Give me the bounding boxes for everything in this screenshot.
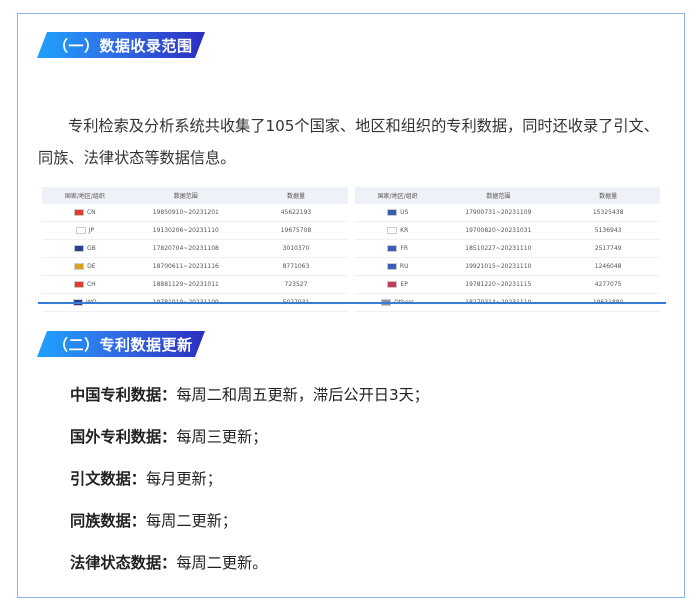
table-row: CH 18881129~20231011 723527 (42, 275, 348, 294)
country-code: DE (87, 263, 96, 270)
country-code: JP (88, 227, 95, 234)
country-code: RU (399, 263, 409, 270)
header-country: 国家/地区/组织 (42, 187, 128, 204)
table-row: DE 18700611~20231116 8771063 (42, 257, 348, 276)
update-item: 中国专利数据： 每周二和周五更新，滞后公开日3天； (70, 383, 429, 425)
flag-icon (75, 227, 86, 234)
country-cell: CN (42, 204, 128, 222)
table-row: RU 19921015~20231110 1246048 (355, 257, 660, 276)
range-cell: 17820704~20231108 (127, 239, 244, 258)
flag-icon (387, 281, 398, 288)
country-cell: JP (42, 221, 128, 240)
header-range: 数据范围 (440, 187, 557, 204)
country-code: CN (86, 209, 96, 216)
header-range: 数据范围 (127, 187, 244, 204)
section-2-title: （二）专利数据更新 (53, 335, 193, 354)
update-value: 每周二更新。 (176, 554, 268, 572)
flag-icon (73, 209, 84, 216)
header-count: 数据量 (556, 187, 660, 204)
flag-icon (73, 281, 84, 288)
count-cell: 5136943 (556, 221, 660, 240)
count-cell: 19675708 (243, 221, 348, 240)
country-cell: DE (42, 257, 128, 276)
intro-paragraph: 专利检索及分析系统共收集了105个国家、地区和组织的专利数据，同时还收录了引文、… (38, 117, 659, 167)
count-cell: 723527 (243, 275, 348, 294)
country-cell: EP (355, 275, 441, 294)
section-1-title: （一）数据收录范围 (53, 36, 193, 55)
country-cell: GB (42, 239, 128, 258)
country-code: KR (400, 227, 409, 234)
update-key: 同族数据： (70, 512, 146, 530)
update-value: 每周二更新； (145, 512, 238, 530)
table-row: US 17900731~20231109 15325438 (355, 204, 660, 222)
section-divider (38, 302, 666, 304)
range-cell: 18700611~20231116 (127, 257, 244, 276)
update-key: 法律状态数据： (70, 554, 177, 572)
flag-icon (387, 245, 398, 252)
section-1-banner: （一）数据收录范围 (37, 32, 205, 58)
table-row: KR 19700820~20231031 5136943 (355, 221, 660, 240)
table-row: EP 19781220~20231115 4277075 (355, 275, 660, 294)
table-row: FR 18510227~20231110 2517749 (355, 239, 660, 258)
country-code: CH (86, 281, 96, 288)
range-cell: 17900731~20231109 (440, 204, 557, 222)
range-cell: 18510227~20231110 (440, 239, 557, 258)
table-row: CN 19850910~20231201 45622193 (42, 204, 348, 222)
country-cell: CH (42, 275, 128, 294)
update-key: 国外专利数据： (70, 428, 177, 446)
section-2-banner: （二）专利数据更新 (37, 331, 205, 357)
update-item: 同族数据： 每周二更新； (70, 509, 429, 551)
range-cell: 19130206~20231110 (127, 221, 244, 240)
update-item: 法律状态数据： 每周二更新。 (70, 551, 429, 593)
update-item: 引文数据： 每月更新； (70, 467, 429, 509)
count-cell: 4277075 (556, 275, 660, 294)
update-key: 引文数据： (70, 470, 146, 488)
flag-icon (73, 245, 84, 252)
flag-icon (386, 263, 397, 270)
update-value: 每月更新； (145, 470, 222, 488)
count-cell: 15325438 (556, 204, 660, 222)
table-row: GB 17820704~20231108 3010370 (42, 239, 348, 258)
update-item: 国外专利数据： 每周三更新； (70, 425, 429, 467)
update-key: 中国专利数据： (70, 386, 177, 404)
coverage-table-left: 国家/地区/组织 数据范围 数据量 CN 19850910~20231201 456… (42, 187, 348, 312)
header-country: 国家/地区/组织 (355, 187, 441, 204)
flag-icon (74, 263, 85, 270)
country-code: GB (86, 245, 96, 252)
country-cell: RU (355, 257, 441, 276)
count-cell: 2517749 (556, 239, 660, 258)
table-row: JP 19130206~20231110 19675708 (42, 221, 348, 240)
update-value: 每周三更新； (176, 428, 268, 446)
country-code: US (400, 209, 409, 216)
count-cell: 3010370 (243, 239, 348, 258)
range-cell: 19850910~20231201 (127, 204, 244, 222)
count-cell: 8771063 (243, 257, 348, 276)
range-cell: 19781220~20231115 (440, 275, 557, 294)
range-cell: 19700820~20231031 (440, 221, 557, 240)
country-code: EP (400, 281, 408, 288)
range-cell: 18881129~20231011 (127, 275, 244, 294)
country-cell: US (355, 204, 441, 222)
count-cell: 45622193 (243, 204, 348, 222)
flag-icon (387, 227, 398, 234)
coverage-table-right: 国家/地区/组织 数据范围 数据量 US 17900731~20231109 153… (355, 187, 660, 312)
header-count: 数据量 (243, 187, 348, 204)
update-list: 中国专利数据： 每周二和周五更新，滞后公开日3天； 国外专利数据： 每周三更新；… (70, 383, 429, 593)
flag-icon (387, 209, 398, 216)
update-value: 每周二和周五更新，滞后公开日3天； (176, 386, 429, 404)
country-cell: KR (355, 221, 441, 240)
count-cell: 1246048 (556, 257, 660, 276)
range-cell: 19921015~20231110 (440, 257, 557, 276)
country-code: FR (400, 245, 408, 252)
country-cell: FR (355, 239, 441, 258)
